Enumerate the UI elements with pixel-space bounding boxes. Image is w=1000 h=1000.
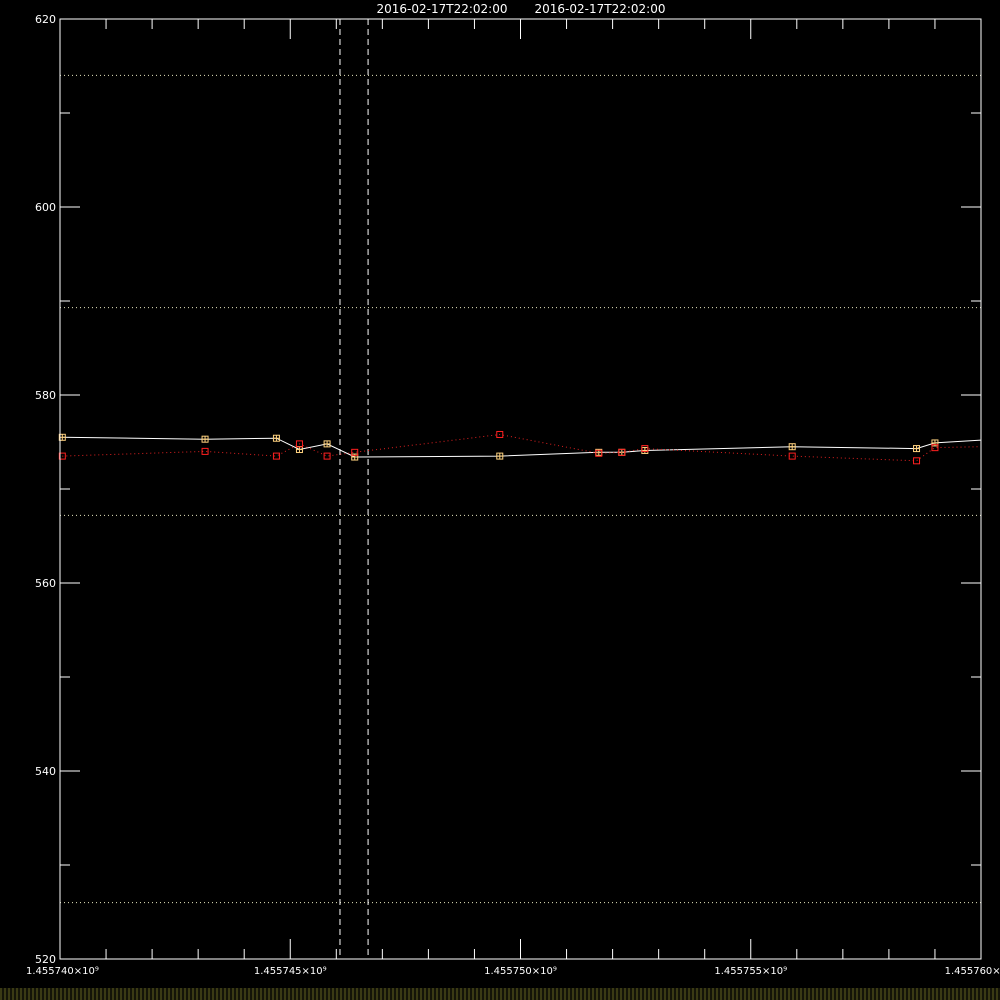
y-tick-label: 580 [35,389,56,402]
point-square [913,457,921,465]
y-tick-label: 540 [35,765,56,778]
series-0-line [62,436,982,458]
reference-lines [60,74,981,904]
series-0-point [496,452,504,460]
title-right: 2016-02-17T22:02:00 [535,2,666,16]
vertical-markers [339,19,369,959]
series-1-point [788,452,796,460]
series-0-point [323,440,331,448]
series-0-point [201,435,209,443]
x-tick-label: 1.455740×10⁹ [26,966,99,977]
series-0-point [788,443,796,451]
x-axis-labels: 1.455740×10⁹ 1.455745×10⁹ 1.455750×10⁹ 1.45… [26,966,1000,977]
axis-ticks [59,18,982,960]
x-tick-label: 1.455755×10⁹ [714,966,787,977]
y-axis-labels: 520 540 560 580 600 620 [35,13,56,966]
plot-frame [59,18,982,960]
series-0-point [272,434,280,442]
x-tick-label: 1.455745×10⁹ [254,966,327,977]
y-tick-label: 560 [35,577,56,590]
x-tick-label: 1.455760×10⁹ [945,966,1000,977]
series-layer [58,430,982,465]
time-series-chart: 520 540 560 580 600 620 1.455740×10⁹ 1.455745×… [26,2,1000,977]
y-tick-label: 620 [35,13,56,26]
series-0-point [295,446,303,454]
series-1-point [913,457,921,465]
y-tick-label: 600 [35,201,56,214]
footer-strip [0,988,1000,1000]
y-tick-label: 520 [35,953,56,966]
point-square [788,452,796,460]
series-0-point [913,445,921,453]
series-0-point [641,446,649,454]
x-tick-label: 1.455750×10⁹ [484,966,557,977]
title-left: 2016-02-17T22:02:00 [377,2,508,16]
